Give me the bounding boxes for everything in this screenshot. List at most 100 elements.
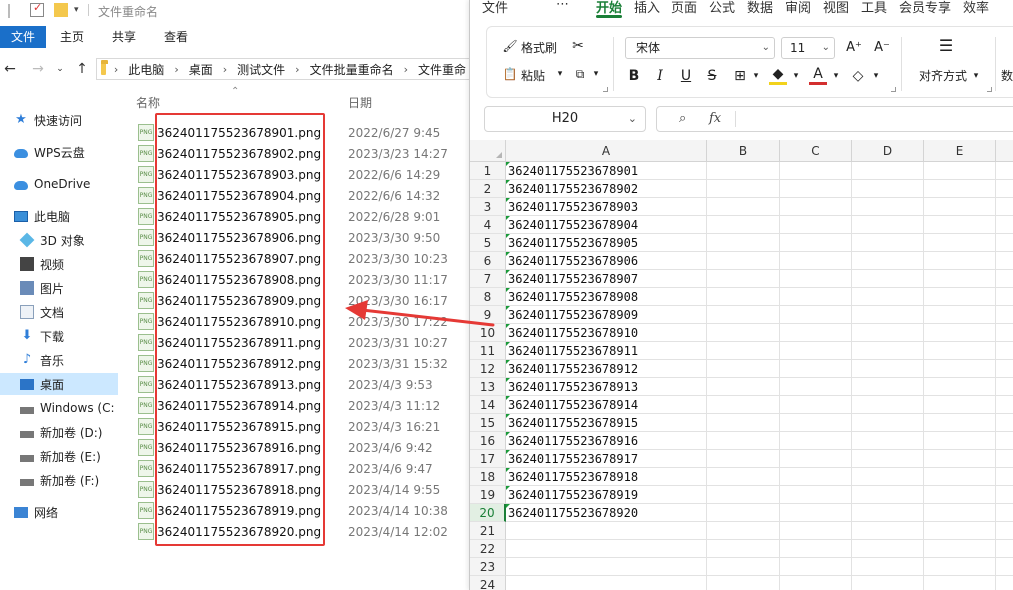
cell[interactable] [707,252,780,270]
menu-data[interactable]: 数据 [747,0,773,16]
breadcrumb-separator[interactable]: › [404,63,408,76]
format-painter-button[interactable]: 格式刷 [521,39,557,56]
cell[interactable] [707,180,780,198]
menu-view[interactable]: 视图 [823,0,849,16]
cell[interactable] [996,288,1013,306]
file-row[interactable]: PNG 362401175523678918.png 2023/4/14 9:55 [134,479,470,500]
file-row[interactable]: PNG 362401175523678917.png 2023/4/6 9:47 [134,458,470,479]
cell[interactable] [924,198,996,216]
cell[interactable] [852,450,924,468]
sidebar-item[interactable]: 图片 [0,277,118,299]
row-header[interactable]: 8 [470,288,506,306]
cell-a[interactable]: 362401175523678907 [506,270,707,288]
cell[interactable] [780,468,852,486]
forward-arrow-icon[interactable]: → [30,61,46,77]
cell[interactable] [707,396,780,414]
cell[interactable] [852,396,924,414]
menu-insert[interactable]: 插入 [634,0,660,16]
cell-a[interactable]: 362401175523678902 [506,180,707,198]
sidebar-item[interactable]: ★ 快速访问 [0,109,118,131]
clipboard-expand-icon[interactable] [603,87,608,92]
breadcrumb-current[interactable]: 文件重命 [418,61,466,78]
cell[interactable] [780,378,852,396]
cell[interactable] [852,306,924,324]
cell-a[interactable]: 362401175523678912 [506,360,707,378]
sidebar-item[interactable]: 此电脑 [0,205,118,227]
cell[interactable] [924,360,996,378]
cell[interactable] [924,432,996,450]
number-format-button[interactable]: 数 [1001,67,1013,84]
cell[interactable] [924,252,996,270]
cell[interactable] [996,234,1013,252]
cell[interactable] [852,540,924,558]
cell[interactable] [707,324,780,342]
cell-a[interactable]: 362401175523678904 [506,216,707,234]
name-box[interactable]: H20 ⌄ [484,106,646,132]
column-header-date[interactable]: 日期 [348,94,372,111]
cell-a[interactable]: 362401175523678919 [506,486,707,504]
font-expand-icon[interactable] [891,87,896,92]
cell[interactable] [780,342,852,360]
cell[interactable] [996,306,1013,324]
row-header[interactable]: 9 [470,306,506,324]
cell[interactable] [707,198,780,216]
cell[interactable] [924,396,996,414]
font-color-dropdown-icon[interactable]: ▾ [827,67,845,85]
strikethrough-icon[interactable]: S [703,67,721,85]
cell-a[interactable]: 362401175523678905 [506,234,707,252]
cell[interactable] [996,252,1013,270]
sidebar-item[interactable]: 新加卷 (D:) [0,421,118,443]
row-header[interactable]: 1 [470,162,506,180]
row-header[interactable]: 22 [470,540,506,558]
copy-dropdown-icon[interactable]: ▾ [587,65,605,83]
cut-icon[interactable]: ✂ [569,37,587,55]
cell[interactable] [780,396,852,414]
cell-a[interactable]: 362401175523678901 [506,162,707,180]
cell[interactable] [852,576,924,590]
cell[interactable] [852,432,924,450]
cell-a[interactable]: 362401175523678913 [506,378,707,396]
cell[interactable] [924,342,996,360]
cell[interactable] [780,576,852,590]
bold-icon[interactable]: B [625,67,643,85]
cell[interactable] [506,522,707,540]
cell[interactable] [996,198,1013,216]
cell[interactable] [780,324,852,342]
cell[interactable] [996,396,1013,414]
cell[interactable] [780,216,852,234]
cell[interactable] [852,198,924,216]
cell[interactable] [852,180,924,198]
row-header[interactable]: 11 [470,342,506,360]
cell[interactable] [506,576,707,590]
align-button[interactable]: 对齐方式 [919,67,967,84]
cell[interactable] [852,360,924,378]
menu-formula[interactable]: 公式 [709,0,735,16]
cell[interactable] [506,540,707,558]
cell[interactable] [707,378,780,396]
cell[interactable] [996,558,1013,576]
cell[interactable] [996,162,1013,180]
cell[interactable] [924,378,996,396]
select-all-corner[interactable] [470,140,506,162]
column-header[interactable]: B [707,140,780,162]
sidebar-item[interactable]: ⬇ 下载 [0,325,118,347]
cell[interactable] [852,558,924,576]
sidebar-item[interactable]: Windows (C: [0,397,118,419]
cell[interactable] [852,522,924,540]
cell-a[interactable]: 362401175523678909 [506,306,707,324]
sidebar-item[interactable]: 新加卷 (E:) [0,445,118,467]
cell[interactable] [707,342,780,360]
file-row[interactable]: PNG 362401175523678913.png 2023/4/3 9:53 [134,374,470,395]
menu-tools[interactable]: 工具 [861,0,887,16]
cell[interactable] [924,180,996,198]
cell[interactable] [924,576,996,590]
underline-icon[interactable]: U [677,67,695,85]
new-folder-icon[interactable] [54,3,68,17]
cell[interactable] [707,216,780,234]
column-header-partial[interactable] [996,140,1013,162]
cell[interactable] [707,486,780,504]
clear-format-icon[interactable]: ◇ [849,67,867,85]
cell[interactable] [707,306,780,324]
cell[interactable] [780,450,852,468]
tab-file[interactable]: 文件 [0,26,46,48]
